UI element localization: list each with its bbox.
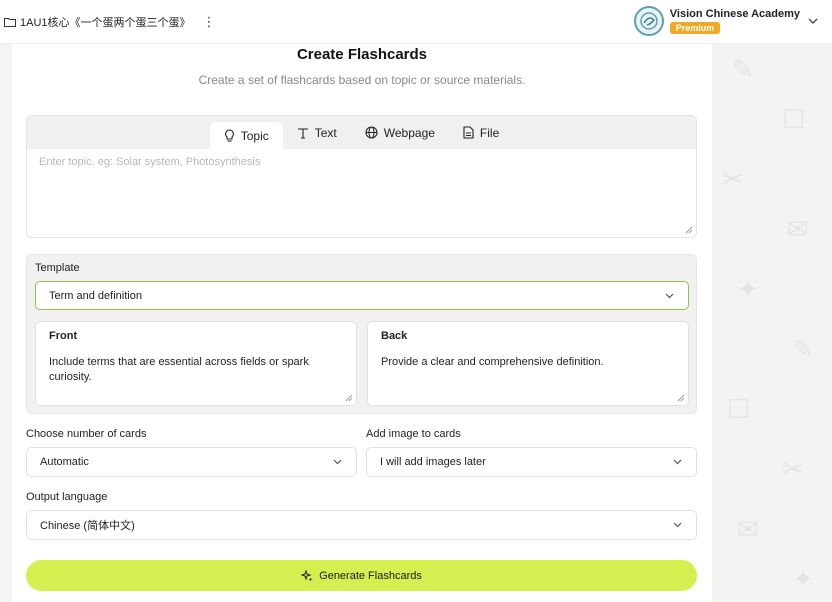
premium-badge: Premium [669,22,721,34]
tab-label: File [479,125,500,140]
tab-text[interactable]: Text [283,119,351,146]
page-title: Create Flashcards [296,46,428,63]
more-options-icon[interactable]: ⋮ [203,14,216,30]
output-language-select[interactable]: Chinese (简体中文) [26,510,697,540]
document-title[interactable]: 1AU1核心《一个蛋两个蛋三个蛋》 [20,14,191,30]
resize-handle-icon[interactable] [677,394,685,402]
add-image-value: I will add images later [380,456,486,468]
template-section: Template Term and definition Front Inclu… [26,254,697,414]
tab-label: Topic [240,128,269,143]
front-title: Front [49,330,78,342]
organization-name: Vision Chinese Academy [669,8,800,20]
resize-handle-icon[interactable] [345,394,353,402]
back-side-card[interactable]: Back Provide a clear and comprehensive d… [367,321,689,406]
organization-logo [633,6,664,36]
sparkle-icon [301,569,313,581]
cards-count-value: Automatic [40,456,89,468]
template-label: Template [35,262,80,274]
template-selected-value: Term and definition [49,289,142,302]
lightbulb-icon [224,129,234,142]
chevron-down-icon [665,293,674,298]
tab-file[interactable]: File [449,119,513,146]
chevron-down-icon [333,459,342,465]
cards-count-select[interactable]: Automatic [26,447,357,477]
page-subtitle: Create a set of flashcards based on topi… [198,73,526,87]
chevron-down-icon [673,459,682,465]
back-description[interactable]: Provide a clear and comprehensive defini… [381,355,675,370]
chevron-down-icon [673,522,682,528]
source-input-box: Topic Text Webpage File Enter topic. eg:… [26,115,697,238]
cards-count-label: Choose number of cards [26,428,147,440]
folder-icon [4,17,16,27]
text-icon [297,127,308,139]
breadcrumb: 1AU1核心《一个蛋两个蛋三个蛋》 ⋮ [4,14,216,30]
flashcard-form: Create Flashcards Create a set of flashc… [12,44,712,602]
add-image-label: Add image to cards [366,428,461,440]
output-language-label: Output language [26,491,108,503]
front-description[interactable]: Include terms that are essential across … [49,355,343,385]
chevron-down-icon[interactable] [808,18,818,24]
template-select[interactable]: Term and definition [35,281,689,310]
front-side-card[interactable]: Front Include terms that are essential a… [35,321,357,406]
generate-flashcards-button[interactable]: Generate Flashcards [26,560,697,591]
account-switcher[interactable]: Vision Chinese Academy Premium [633,6,818,36]
generate-button-label: Generate Flashcards [319,569,422,582]
add-image-select[interactable]: I will add images later [366,447,697,477]
tab-label: Webpage [383,125,435,140]
tab-label: Text [314,125,337,140]
top-bar: 1AU1核心《一个蛋两个蛋三个蛋》 ⋮ Vision Chinese Acade… [0,0,832,44]
tab-topic[interactable]: Topic [209,122,283,149]
output-language-value: Chinese (简体中文) [40,520,135,532]
resize-handle-icon[interactable] [685,226,693,234]
file-icon [463,126,474,139]
background-pattern: ✎ ☐ ✂ ✉ ✦ ✎ ☐ ✂ ✉ ✦ [712,44,832,602]
source-tabs: Topic Text Webpage File [27,116,696,149]
topic-input[interactable] [27,149,696,237]
tab-webpage[interactable]: Webpage [351,119,449,146]
back-title: Back [381,330,408,342]
globe-icon [365,126,378,139]
